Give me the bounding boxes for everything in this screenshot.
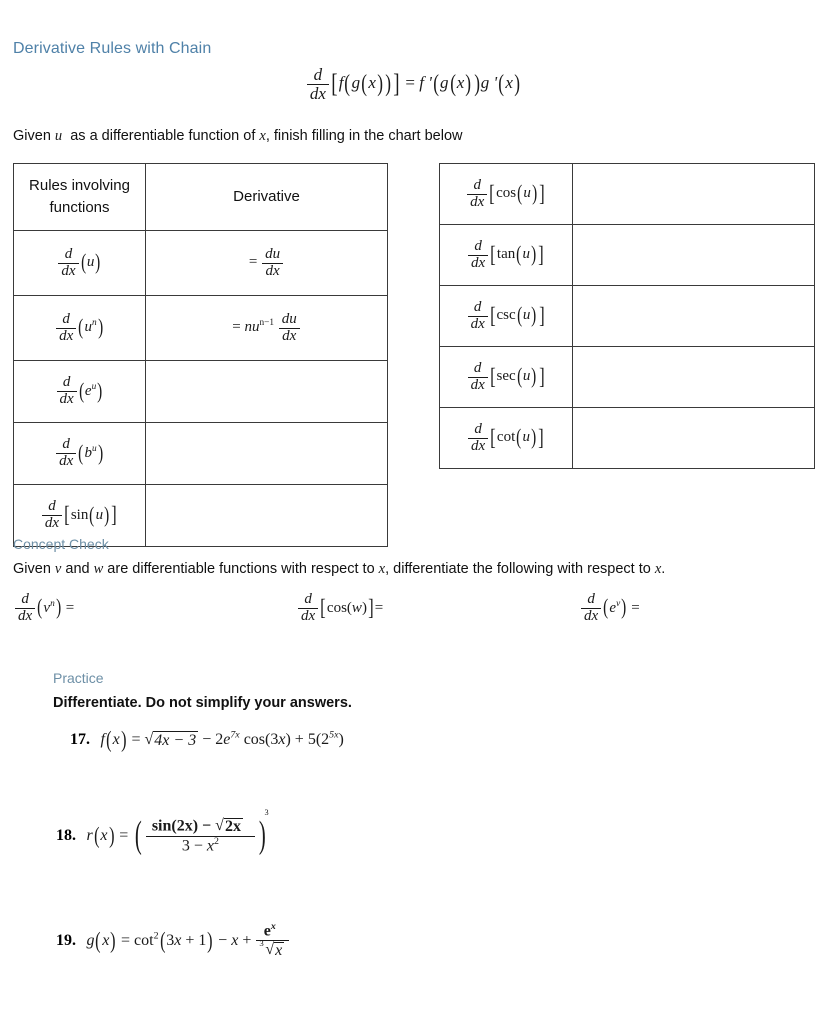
concept-check-prompt: Given v and w are differentiable functio… xyxy=(13,561,666,577)
rules-table-right: d dx [cos(u)] d dx [tan(u)] d dx [csc(u)] d dx[… xyxy=(439,163,815,469)
variable-v: v xyxy=(54,561,62,577)
answer-blank-csc-u[interactable] xyxy=(572,285,815,347)
practice-instruction: Differentiate. Do not simplify your answ… xyxy=(53,695,352,711)
table-row: d dx (eu) xyxy=(13,360,388,423)
table-row: d dx (bu) xyxy=(13,422,388,485)
answer-blank-tan-u[interactable] xyxy=(572,224,815,286)
answer-blank-sec-u[interactable] xyxy=(572,346,815,408)
rule-cell-tan-u: d dx [tan(u)] xyxy=(439,224,573,286)
table-row: d dx [csc(u)] xyxy=(439,285,815,347)
rule-cell-cot-u: d dx [cot(u)] xyxy=(439,407,573,469)
derivative-cell-u-pow-n: = nun−1 du dx xyxy=(145,295,388,361)
answer-blank-b-pow-u[interactable] xyxy=(145,422,388,485)
variable-x: x xyxy=(378,561,386,577)
table-row: d dx (un) = nun−1 du dx xyxy=(13,295,388,361)
answer-blank-cos-u[interactable] xyxy=(572,163,815,225)
variable-u: u xyxy=(54,128,63,144)
problem-19-number: 19. xyxy=(56,931,76,949)
table-header-row: Rules involving functions Derivative xyxy=(13,163,388,231)
problem-18-number: 18. xyxy=(56,827,76,845)
concept-check-item-1[interactable]: d dx (vn) = xyxy=(14,591,74,625)
variable-x: x xyxy=(654,561,662,577)
rule-cell-sec-u: d dx [sec(u)] xyxy=(439,346,573,408)
rule-cell-u: d dx (u) xyxy=(13,230,146,296)
rule-cell-cos-u: d dx [cos(u)] xyxy=(439,163,573,225)
answer-blank-cot-u[interactable] xyxy=(572,407,815,469)
problem-17-expression: f(x) = √ 4x − 3 − 2e7x cos(3x) + 5(25x) xyxy=(100,727,344,754)
column-header-derivative: Derivative xyxy=(145,163,388,231)
rules-table-left: Rules involving functions Derivative d dx(… xyxy=(13,163,388,547)
rule-cell-e-pow-u: d dx (eu) xyxy=(13,360,146,423)
worksheet-page: { "document": { "title": "Derivative Rul… xyxy=(0,0,827,1024)
table-row: d dx (u) = du dx xyxy=(13,230,388,296)
table-row: d dx [tan(u)] xyxy=(439,224,815,286)
table-row: d dx [sec(u)] xyxy=(439,346,815,408)
practice-heading: Practice xyxy=(53,670,104,686)
problem-18[interactable]: 18. r(x) = (sin(2x) − √ 2x 3 − x2)3 xyxy=(56,808,273,857)
page-title: Derivative Rules with Chain xyxy=(13,40,212,57)
table-row: d dx [cos(u)] xyxy=(439,163,815,225)
problem-19-expression: g(x) = cot2(3x + 1) − x + ex 3 √ x xyxy=(86,921,290,959)
variable-w: w xyxy=(93,561,104,577)
column-header-rules: Rules involving functions xyxy=(13,163,146,231)
answer-blank-sin-u[interactable] xyxy=(145,484,388,547)
problem-17-number: 17. xyxy=(70,731,90,749)
problem-18-expression: r(x) = (sin(2x) − √ 2x 3 − x2)3 xyxy=(86,808,269,857)
rule-cell-b-pow-u: d dx (bu) xyxy=(13,422,146,485)
concept-check-item-3[interactable]: d dx (ev) = xyxy=(580,591,640,625)
answer-blank-e-pow-u[interactable] xyxy=(145,360,388,423)
concept-check-heading: Concept Check xyxy=(13,536,109,552)
table-row: d dx [cot(u)] xyxy=(439,407,815,469)
problem-19[interactable]: 19. g(x) = cot2(3x + 1) − x + ex 3 √ x xyxy=(56,921,290,960)
rule-cell-u-pow-n: d dx (un) xyxy=(13,295,146,361)
chain-rule-formula-math: d dx [f(g(x))] = f '(g(x))g '(x) xyxy=(306,66,521,102)
rule-cell-csc-u: d dx [csc(u)] xyxy=(439,285,573,347)
variable-x: x xyxy=(259,128,266,144)
concept-check-item-2[interactable]: d dx [cos(w)]= xyxy=(297,591,383,625)
chart-instruction: Given u as a differentiable function of … xyxy=(13,128,463,144)
chain-rule-formula: d dx [f(g(x))] = f '(g(x))g '(x) xyxy=(0,66,827,103)
derivative-cell-u: = du dx xyxy=(145,230,388,296)
problem-17[interactable]: 17. f(x) = √ 4x − 3 − 2e7x cos(3x) + 5(25… xyxy=(70,727,344,754)
